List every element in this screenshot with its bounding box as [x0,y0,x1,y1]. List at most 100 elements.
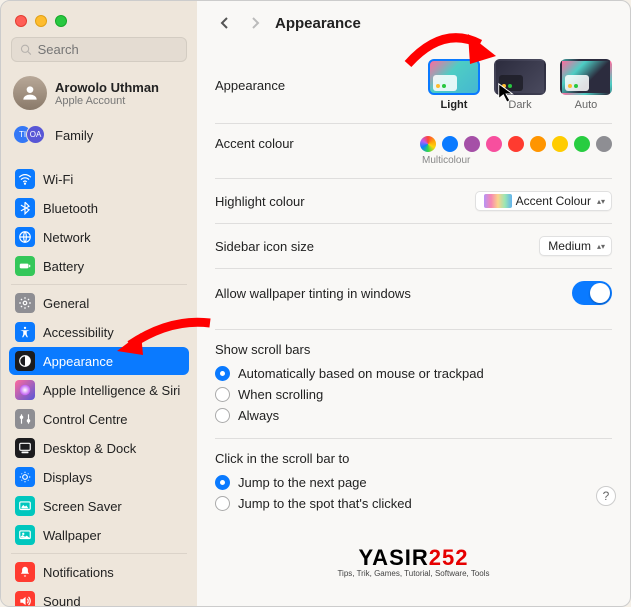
radio-option[interactable]: Jump to the spot that's clicked [215,493,612,514]
bluetooth-icon [15,198,35,218]
divider [215,178,612,179]
sidebar-item-sound[interactable]: Sound [9,587,189,606]
bell-icon [15,562,35,582]
appearance-previews: Light Dark Auto [428,59,612,111]
appearance-mode-dark[interactable]: Dark [494,59,546,111]
search-input[interactable] [38,42,178,57]
radio-button[interactable] [215,366,230,381]
radio-option[interactable]: Automatically based on mouse or trackpad [215,363,612,384]
accent-color-8[interactable] [596,136,612,152]
divider [215,268,612,269]
tinting-label: Allow wallpaper tinting in windows [215,286,411,301]
highlight-dropdown[interactable]: Accent Colour ▴▾ [475,191,612,211]
sidebar-item-general[interactable]: General [9,289,189,317]
family-row[interactable]: TIOA Family [9,120,189,156]
divider [215,438,612,439]
sidebar-item-screen-saver[interactable]: Screen Saver [9,492,189,520]
radio-label: Jump to the spot that's clicked [238,496,412,511]
user-account-row[interactable]: Arowolo Uthman Apple Account [9,72,189,120]
highlight-swatch [484,194,512,208]
globe-icon [15,227,35,247]
sidebar-item-apple-intelligence-siri[interactable]: Apple Intelligence & Siri [9,376,189,404]
sidebar-item-wi-fi[interactable]: Wi-Fi [9,165,189,193]
mode-label: Dark [494,99,546,111]
sidebar-item-label: Accessibility [43,325,114,340]
accent-dots [420,136,612,152]
accent-color-7[interactable] [574,136,590,152]
saver-icon [15,496,35,516]
thumbnail [494,59,546,95]
divider [215,223,612,224]
avatar [13,76,47,110]
radio-button[interactable] [215,475,230,490]
sidebar-item-label: Wallpaper [43,528,101,543]
close-button[interactable] [15,15,27,27]
sidebar-item-displays[interactable]: Displays [9,463,189,491]
radio-label: Always [238,408,279,423]
accent-color-6[interactable] [552,136,568,152]
sidebar-icon-value: Medium [548,239,591,253]
sidebar-item-label: Sound [43,594,81,607]
sidebar-icon-row: Sidebar icon size Medium ▴▾ [215,226,612,266]
accent-color-1[interactable] [442,136,458,152]
highlight-label: Highlight colour [215,194,305,209]
sidebar: Arowolo Uthman Apple Account TIOA Family… [1,1,197,606]
radio-button[interactable] [215,408,230,423]
search-icon [20,43,32,56]
radio-button[interactable] [215,496,230,511]
sidebar-icon-dropdown[interactable]: Medium ▴▾ [539,236,612,256]
sidebar-item-bluetooth[interactable]: Bluetooth [9,194,189,222]
sidebar-item-label: Screen Saver [43,499,122,514]
sidebar-item-label: Bluetooth [43,201,98,216]
tinting-row: Allow wallpaper tinting in windows [215,271,612,315]
settings-window: Arowolo Uthman Apple Account TIOA Family… [0,0,631,607]
user-name: Arowolo Uthman [55,80,159,95]
accent-color-5[interactable] [530,136,546,152]
accent-label: Accent colour [215,136,294,151]
help-button[interactable]: ? [596,486,616,506]
accent-row: Accent colour Multicolour [215,126,612,176]
wifi-icon [15,169,35,189]
appearance-mode-light[interactable]: Light [428,59,480,111]
sidebar-item-accessibility[interactable]: Accessibility [9,318,189,346]
main-panel: Appearance Appearance LightDarkAuto Acce… [197,1,630,606]
display-icon [15,467,35,487]
scrollbars-group: Show scroll bars Automatically based on … [215,332,612,436]
radio-option[interactable]: Jump to the next page [215,472,612,493]
sound-icon [15,591,35,606]
sidebar-item-network[interactable]: Network [9,223,189,251]
accent-color-4[interactable] [508,136,524,152]
sidebar-item-label: General [43,296,89,311]
sidebar-item-notifications[interactable]: Notifications [9,558,189,586]
search-field[interactable] [11,37,187,62]
highlight-row: Highlight colour Accent Colour ▴▾ [215,181,612,221]
back-button[interactable] [215,13,235,33]
radio-label: When scrolling [238,387,323,402]
watermark: YASIR252 Tips, Trik, Games, Tutorial, So… [337,545,489,578]
tinting-toggle[interactable] [572,281,612,305]
appearance-mode-auto[interactable]: Auto [560,59,612,111]
forward-button[interactable] [245,13,265,33]
radio-option[interactable]: Always [215,405,612,426]
sidebar-item-wallpaper[interactable]: Wallpaper [9,521,189,549]
accent-color-2[interactable] [464,136,480,152]
page-title: Appearance [275,15,361,32]
radio-option[interactable]: When scrolling [215,384,612,405]
minimize-button[interactable] [35,15,47,27]
scrollclick-group: Click in the scroll bar to Jump to the n… [215,441,612,524]
gear-icon [15,293,35,313]
radio-button[interactable] [215,387,230,402]
content: Appearance LightDarkAuto Accent colour M… [197,41,630,544]
sidebar-item-battery[interactable]: Battery [9,252,189,280]
divider [11,284,187,285]
accent-color-3[interactable] [486,136,502,152]
sidebar-item-desktop-dock[interactable]: Desktop & Dock [9,434,189,462]
mode-label: Light [428,99,480,111]
sidebar-item-appearance[interactable]: Appearance [9,347,189,375]
window-controls [9,9,189,37]
sidebar-item-control-centre[interactable]: Control Centre [9,405,189,433]
highlight-value: Accent Colour [516,194,591,208]
maximize-button[interactable] [55,15,67,27]
accent-color-0[interactable] [420,136,436,152]
scrollclick-title: Click in the scroll bar to [215,451,612,466]
